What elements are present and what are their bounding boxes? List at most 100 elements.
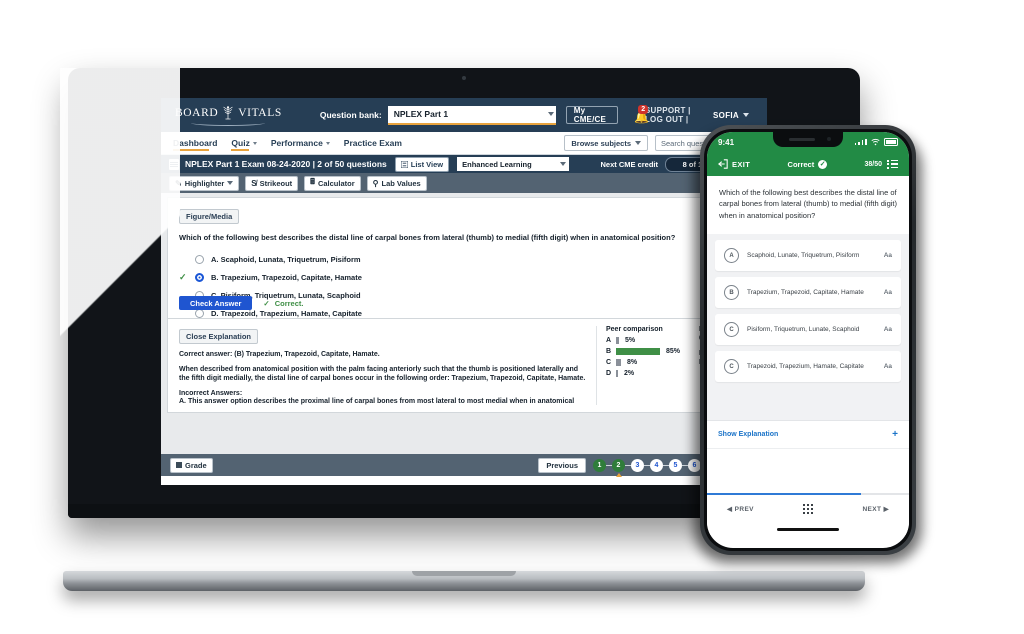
notifications-button[interactable]: 🔔 2 [632,105,649,124]
phone-option-letter: C [724,359,739,375]
question-bank-label: Question bank: [319,110,382,120]
phone-option-letter: B [724,285,739,301]
list-view-button[interactable]: List View [394,156,450,172]
phone-spacer [707,448,909,494]
phone-result-badge: Correct ✓ [787,159,828,169]
close-explanation-button[interactable]: Close Explanation [179,329,259,344]
menu-icon[interactable] [169,158,179,170]
check-circle-icon: ✓ [818,159,828,169]
phone-answer-list: A Scaphoid, Lunate, Triquetrum, Pisiform… [707,234,909,421]
peer-bar-value: 5% [625,337,636,344]
text-size-icon[interactable]: Aa [884,289,892,296]
strikeout-label: Strikeout [259,178,293,188]
peer-bar-category: B [606,348,612,355]
nav-item-quiz[interactable]: Quiz [231,138,257,151]
lab-values-button[interactable]: ⚲ Lab Values [366,175,427,191]
question-stem: Which of the following best describes th… [179,233,676,242]
calculator-label: Calculator [317,178,355,188]
phone-option-text: Pisiform, Triquetrum, Lunate, Scaphoid [747,326,860,334]
flask-icon: ⚲ [372,178,379,188]
peer-bar [616,337,619,344]
phone-prev-button[interactable]: ◀ PREV [727,505,754,513]
phone-bezel: 9:41 EXIT Correct ✓ 38/50 Which of the f… [704,129,912,551]
browse-subjects-label: Browse subjects [571,138,631,148]
answer-result-label: Correct. [274,298,304,308]
peer-bar-value: 8% [627,359,638,366]
question-bank-selector[interactable]: Question bank: NPLEX Part 1 [319,105,556,125]
boardvitals-logo[interactable]: BOARD VITALS [175,105,282,126]
explanation-body: Close Explanation Correct answer: (B) Tr… [179,326,596,405]
main-navigation: Dashboard Quiz Performance Practice Exam [161,132,767,155]
page-dot-4[interactable]: 4 [650,458,663,472]
highlighter-label: Highlighter [184,178,225,188]
page-dot-5[interactable]: 5 [669,458,682,472]
answer-option-a[interactable]: A. Scaphoid, Lunata, Triquetrum, Pisifor… [179,250,749,268]
phone-answer-option-d[interactable]: C Trapezoid, Trapezium, Hamate, Capitate… [715,351,901,383]
notification-badge: 2 [638,105,649,114]
learning-mode-dropdown[interactable]: Enhanced Learning [457,157,570,171]
phone-option-letter: A [724,248,739,264]
answer-option-label: A. Scaphoid, Lunata, Triquetrum, Pisifor… [211,254,361,264]
chevron-down-icon [560,162,567,166]
grid-icon[interactable] [802,503,814,515]
exit-button[interactable]: EXIT [718,159,750,169]
text-size-icon[interactable]: Aa [884,252,892,259]
phone-speaker-icon [789,138,815,141]
browse-subjects-dropdown[interactable]: Browse subjects [564,135,648,151]
radio-button[interactable] [195,254,204,264]
radio-button[interactable] [195,308,204,318]
phone-camera-icon [827,137,831,141]
figure-media-button[interactable]: Figure/Media [179,209,240,224]
strikeout-button[interactable]: S̸ Strikeout [245,175,299,191]
peer-bar-row: A 5% [606,337,690,344]
calculator-button[interactable]: 🖩 Calculator [304,175,361,191]
phone-answer-option-c[interactable]: C Pisiform, Triquetrum, Lunate, Scaphoid… [715,314,901,346]
previous-label: Previous [546,460,578,470]
list-icon [400,160,408,168]
phone-option-text: Trapezium, Trapezoid, Capitate, Hamate [747,289,864,297]
radio-button[interactable] [195,272,204,282]
page-dot-2[interactable]: 2 [612,458,625,477]
phone-result-label: Correct [787,159,815,169]
text-size-icon[interactable]: Aa [884,363,892,370]
nav-item-practice-exam[interactable]: Practice Exam [344,138,402,148]
phone-answer-option-a[interactable]: A Scaphoid, Lunate, Triquetrum, Pisiform… [715,240,901,272]
phone-progress-group[interactable]: 38/50 [864,159,898,169]
question-bank-dropdown[interactable]: NPLEX Part 1 [387,105,556,125]
phone-answer-option-b[interactable]: B Trapezium, Trapezoid, Capitate, Hamate… [715,277,901,309]
laptop-webcam-icon [462,76,466,80]
chevron-down-icon [227,181,234,185]
page-dot-3[interactable]: 3 [631,458,644,472]
grade-button[interactable]: Grade [170,457,213,473]
phone-next-label: NEXT [862,506,882,514]
page-dot-1[interactable]: 1 [593,458,606,472]
chevron-down-icon [252,141,257,145]
answer-option-label: B. Trapezium, Trapezoid, Capitate, Hamat… [211,272,362,282]
peer-bar-row: B 85% [606,348,690,355]
tree-icon [223,105,233,119]
logo-word-vitals: VITALS [238,106,282,119]
answer-option-b[interactable]: ✓ B. Trapezium, Trapezoid, Capitate, Ham… [179,268,749,286]
phone-body: 9:41 EXIT Correct ✓ 38/50 Which of the f… [700,125,916,555]
text-size-icon[interactable]: Aa [884,326,892,333]
plus-icon: + [892,429,898,441]
previous-button[interactable]: Previous [538,457,586,473]
phone-next-button[interactable]: NEXT ▶ [862,505,889,513]
highlighter-button[interactable]: ✎ Highlighter [169,175,240,191]
lab-values-label: Lab Values [381,178,421,188]
check-answer-button[interactable]: Check Answer [179,296,253,310]
nav-item-performance[interactable]: Performance [271,138,330,148]
account-menu[interactable]: SUPPORT | LOG OUT | SOFIA [645,106,749,124]
grade-icon [176,462,182,468]
list-icon[interactable] [887,159,898,169]
list-view-label: List View [410,159,444,169]
nav-label: Dashboard [173,138,218,148]
question-toolbar: ✎ Highlighter S̸ Strikeout 🖩 Calculator … [161,173,767,193]
my-cme-ce-button[interactable]: My CME/CE [565,106,619,124]
account-links[interactable]: SUPPORT | LOG OUT | [645,106,709,124]
nav-item-dashboard[interactable]: Dashboard [173,138,218,151]
chevron-down-icon [743,113,749,117]
phone-bottom-nav: ◀ PREV NEXT ▶ [707,495,909,524]
screenshot-root: BOARD VITALS Question bank: NPLEX Part 1… [0,0,1024,634]
show-explanation-button[interactable]: Show Explanation + [707,420,909,449]
